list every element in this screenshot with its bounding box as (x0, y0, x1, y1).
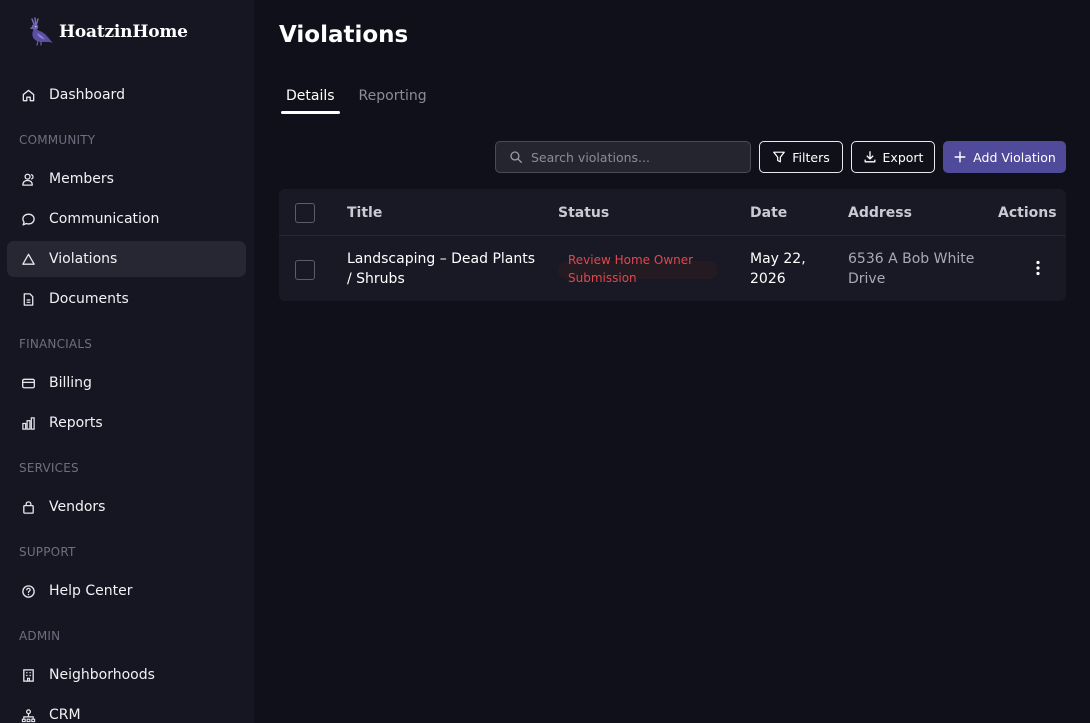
search-input[interactable] (531, 149, 741, 165)
column-header-status[interactable]: Status (558, 205, 609, 221)
sidebar-item-label: Documents (49, 291, 129, 307)
sidebar-item-communication[interactable]: Communication (7, 201, 246, 237)
sidebar-item-label: Neighborhoods (49, 667, 155, 683)
filter-icon (773, 151, 786, 163)
row-address: 6536 A Bob White Drive (848, 249, 988, 289)
export-button[interactable]: Export (851, 141, 935, 173)
hoatzin-bird-icon (29, 17, 53, 46)
home-icon (20, 87, 36, 103)
sidebar-item-members[interactable]: Members (7, 161, 246, 197)
row-date-line: May 22, (750, 251, 806, 267)
column-header-actions: Actions (998, 205, 1057, 221)
sidebar-item-label: Communication (49, 211, 160, 227)
building-icon (20, 667, 36, 683)
row-address-line: 6536 A Bob White (848, 251, 975, 267)
network-icon (20, 707, 36, 723)
sidebar-item-neighborhoods[interactable]: Neighborhoods (7, 657, 246, 693)
page-title: Violations (279, 22, 409, 48)
filters-button[interactable]: Filters (759, 141, 843, 173)
column-header-address[interactable]: Address (848, 205, 912, 221)
brand-logo[interactable]: HoatzinHome (23, 16, 188, 48)
section-label-community: COMMUNITY (19, 133, 96, 147)
credit-card-icon (20, 375, 36, 391)
add-violation-button-label: Add Violation (973, 149, 1056, 165)
export-button-label: Export (882, 149, 924, 165)
search-icon (510, 151, 522, 163)
status-text-line: Review Home Owner (568, 253, 694, 267)
row-title[interactable]: Landscaping – Dead Plants / Shrubs (347, 249, 537, 289)
sidebar-item-violations[interactable]: Violations (7, 241, 246, 277)
sidebar-item-label: Billing (49, 375, 92, 391)
bar-chart-icon (20, 415, 36, 431)
row-checkbox[interactable] (295, 260, 315, 280)
sidebar-item-help-center[interactable]: Help Center (7, 573, 246, 609)
sidebar-item-billing[interactable]: Billing (7, 365, 246, 401)
row-date-line: 2026 (750, 271, 786, 287)
message-icon (20, 211, 36, 227)
section-label-services: SERVICES (19, 461, 79, 475)
tab-bar: Details Reporting (281, 88, 451, 114)
sidebar-item-label: Reports (49, 415, 103, 431)
sidebar-item-vendors[interactable]: Vendors (7, 489, 246, 525)
plus-icon (954, 151, 966, 163)
violations-table: Title Status Date Address Actions Landsc… (279, 189, 1066, 301)
search-box[interactable] (495, 141, 751, 173)
brand-name: HoatzinHome (59, 22, 188, 42)
row-title-line: Landscaping – Dead Plants (347, 251, 536, 267)
section-label-support: SUPPORT (19, 545, 76, 559)
add-violation-button[interactable]: Add Violation (943, 141, 1066, 173)
section-label-admin: ADMIN (19, 629, 61, 643)
sidebar-item-label: Members (49, 171, 114, 187)
sidebar-item-label: Dashboard (49, 87, 125, 103)
sidebar-item-reports[interactable]: Reports (7, 405, 246, 441)
document-icon (20, 291, 36, 307)
select-all-checkbox[interactable] (295, 203, 315, 223)
status-text-line: Submission (568, 271, 637, 285)
shopping-bag-icon (20, 499, 36, 515)
sidebar: HoatzinHome Dashboard COMMUNITY Members … (0, 0, 254, 723)
status-text: Review Home Owner Submission (568, 251, 718, 287)
tab-details[interactable]: Details (281, 88, 340, 114)
users-icon (20, 171, 36, 187)
row-actions-menu[interactable] (1029, 256, 1047, 280)
row-title-line: / Shrubs (347, 271, 405, 287)
help-circle-icon (20, 583, 36, 599)
sidebar-item-dashboard[interactable]: Dashboard (7, 77, 246, 113)
download-icon (864, 151, 875, 163)
sidebar-item-label: Violations (49, 251, 118, 267)
sidebar-item-documents[interactable]: Documents (7, 281, 246, 317)
sidebar-item-label: Help Center (49, 583, 133, 599)
tab-reporting[interactable]: Reporting (359, 88, 427, 113)
table-header: Title Status Date Address Actions (279, 189, 1066, 236)
main-content: Violations Details Reporting Filters Exp… (254, 0, 1090, 723)
row-address-line: Drive (848, 271, 886, 287)
sidebar-item-label: Vendors (49, 499, 106, 515)
warning-triangle-icon (20, 251, 36, 267)
sidebar-item-crm[interactable]: CRM (7, 697, 246, 723)
filters-button-label: Filters (792, 149, 830, 165)
column-header-title[interactable]: Title (347, 205, 382, 221)
app: HoatzinHome Dashboard COMMUNITY Members … (0, 0, 1090, 723)
column-header-date[interactable]: Date (750, 205, 787, 221)
more-vertical-icon (1036, 260, 1040, 276)
row-date: May 22, 2026 (750, 249, 830, 289)
sidebar-item-label: CRM (49, 707, 81, 723)
section-label-financials: FINANCIALS (19, 337, 93, 351)
